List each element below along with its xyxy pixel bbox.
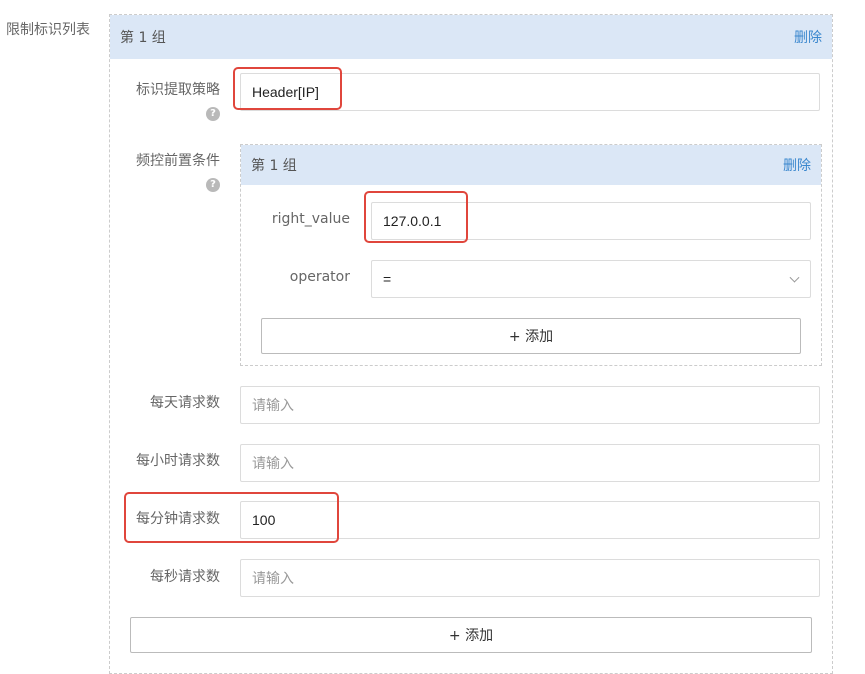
strategy-value: Header[IP] [252, 84, 319, 100]
chevron-down-icon [789, 272, 800, 283]
per-hour-input[interactable]: 请输入 [240, 444, 820, 482]
per-second-label: 每秒请求数 [150, 569, 220, 585]
right-value-input[interactable]: 127.0.0.1 [371, 202, 811, 240]
per-hour-placeholder: 请输入 [252, 455, 294, 471]
operator-label: operator [289, 269, 350, 285]
outer-group-header: 第 1 组 删除 [110, 15, 832, 59]
per-day-placeholder: 请输入 [252, 397, 294, 413]
per-minute-input[interactable]: 100 [240, 501, 820, 539]
per-second-placeholder: 请输入 [252, 570, 294, 586]
per-minute-label: 每分钟请求数 [136, 511, 220, 527]
precondition-group-title: 第 1 组 [251, 158, 297, 174]
operator-select[interactable]: = [371, 260, 811, 298]
per-minute-value: 100 [252, 512, 276, 528]
strategy-label: 标识提取策略 [136, 82, 220, 98]
per-hour-label: 每小时请求数 [136, 453, 220, 469]
per-day-input[interactable]: 请输入 [240, 386, 820, 424]
strategy-input[interactable]: Header[IP] [240, 73, 820, 111]
outer-group-title: 第 1 组 [120, 30, 166, 46]
section-label: 限制标识列表 [6, 22, 90, 38]
precondition-group-header: 第 1 组 删除 [241, 145, 821, 185]
right-value-label: right_value [271, 211, 350, 227]
precondition-group-delete-link[interactable]: 删除 [783, 155, 811, 175]
per-second-input[interactable]: 请输入 [240, 559, 820, 597]
precondition-label: 频控前置条件 [136, 153, 220, 169]
operator-selected-value: = [383, 271, 392, 287]
precondition-add-button[interactable]: + 添加 [261, 318, 801, 354]
right-value-text: 127.0.0.1 [383, 213, 442, 229]
outer-group-delete-link[interactable]: 删除 [794, 27, 822, 47]
strategy-help-icon[interactable]: ? [206, 107, 220, 121]
outer-add-button[interactable]: + 添加 [130, 617, 812, 653]
precondition-help-icon[interactable]: ? [206, 178, 220, 192]
per-day-label: 每天请求数 [150, 395, 220, 411]
